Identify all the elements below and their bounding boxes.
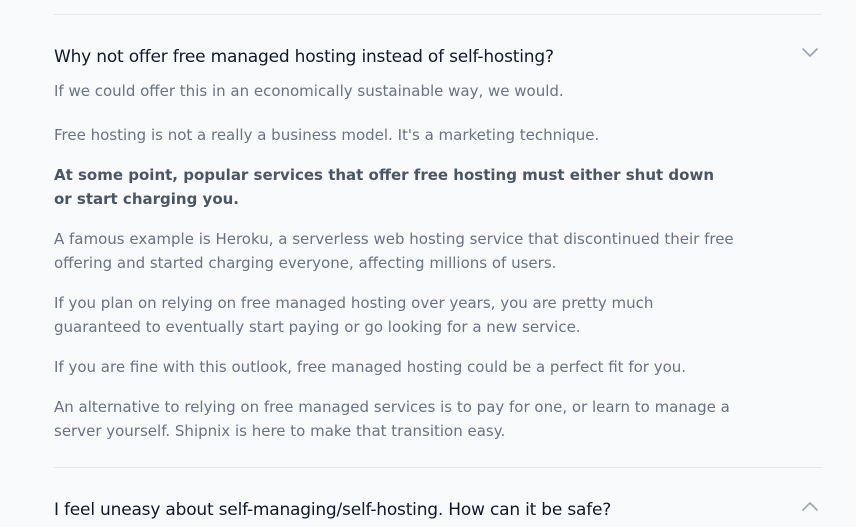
faq-answer-free-hosting: If we could offer this in an economicall… (54, 79, 734, 459)
faq-divider-top (54, 14, 822, 15)
chevron-down-icon[interactable] (800, 43, 820, 63)
answer-paragraph: If we could offer this in an economicall… (54, 82, 564, 100)
chevron-up-icon[interactable] (800, 496, 820, 516)
answer-paragraph: If you are fine with this outlook, free … (54, 358, 687, 376)
faq-question-self-hosting-safety[interactable]: I feel uneasy about self-managing/self-h… (54, 500, 611, 520)
faq-question-free-hosting[interactable]: Why not offer free managed hosting inste… (54, 47, 554, 67)
answer-paragraph: Free hosting is not a really a business … (54, 126, 600, 144)
faq-divider (54, 467, 822, 468)
answer-paragraph-emphasis: At some point, popular services that off… (54, 166, 714, 208)
answer-paragraph: An alternative to relying on free manage… (54, 398, 730, 440)
answer-paragraph: If you plan on relying on free managed h… (54, 294, 654, 336)
answer-paragraph: A famous example is Heroku, a serverless… (54, 230, 734, 272)
